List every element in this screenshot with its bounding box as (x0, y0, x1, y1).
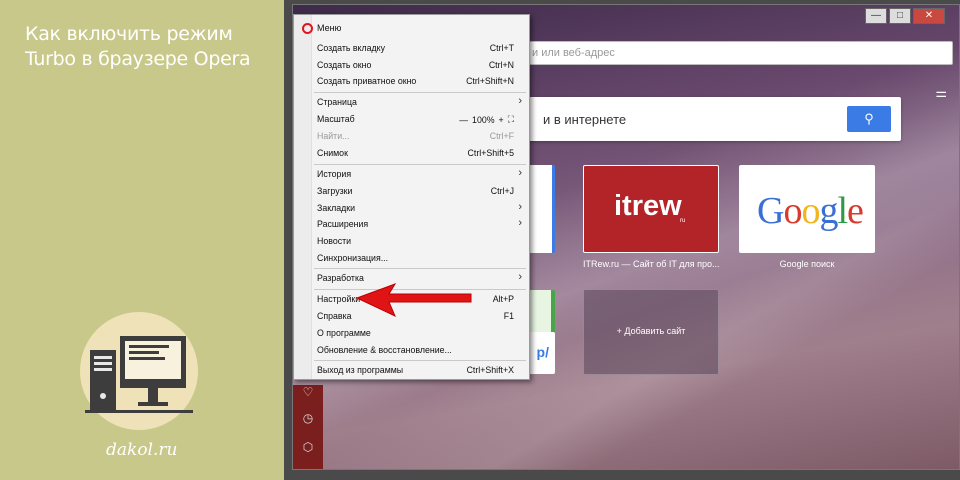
speed-dial-itrew[interactable]: itrew ru (583, 165, 719, 253)
site-name: dakol.ru (106, 440, 178, 460)
google-logo: Google (757, 189, 864, 233)
google-caption: Google поиск (779, 259, 835, 269)
history-clock-icon[interactable]: ◷ (301, 411, 315, 425)
search-icon: ⚲ (864, 111, 874, 126)
itrew-logo-suffix: ru (680, 218, 686, 224)
google-letter: o (801, 190, 820, 232)
add-site-label: + Добавить сайт (616, 326, 686, 336)
menu-item-label: Закладки (317, 203, 356, 213)
menu-item-label: Страница (317, 97, 357, 107)
menu-item-zoom[interactable]: Масштаб — 100% + ⛶ (295, 111, 528, 128)
settings-sliders-icon[interactable]: ⚌ (935, 85, 947, 101)
zoom-value: 100% (472, 114, 495, 125)
add-site-tile[interactable]: + Добавить сайт (583, 289, 719, 375)
itrew-caption: ITRew.ru — Сайт об IT для про... (583, 259, 719, 269)
menu-item-snapshot[interactable]: Снимок Ctrl+Shift+5 (295, 145, 528, 162)
window-controls: — □ ✕ (865, 8, 945, 24)
menu-item-shortcut: Ctrl+T (489, 43, 514, 53)
red-arrow-icon (355, 283, 472, 318)
zoom-in-button[interactable]: + (499, 115, 504, 125)
menu-item-label: Синхронизация... (317, 253, 389, 263)
menu-item-label: Масштаб (317, 114, 355, 124)
menu-item-update-recovery[interactable]: Обновление & восстановление... (295, 342, 528, 359)
submenu-chevron-icon: › (518, 217, 522, 229)
search-placeholder: и в интернете (543, 112, 627, 127)
maximize-button[interactable]: □ (889, 8, 911, 24)
search-input[interactable]: и в интернете ⚲ (523, 97, 901, 141)
menu-header: Меню (300, 22, 525, 38)
submenu-chevron-icon: › (518, 271, 522, 283)
menu-item-shortcut: Ctrl+Shift+N (466, 76, 514, 86)
article-panel: Как включить режим Turbo в браузере Oper… (0, 0, 284, 480)
menu-item-shortcut: Ctrl+J (490, 186, 514, 196)
menu-item-history[interactable]: История › (295, 166, 528, 183)
menu-item-find[interactable]: Найти... Ctrl+F (295, 128, 528, 145)
menu-item-label: Настройки (317, 294, 361, 304)
menu-item-new-tab[interactable]: Создать вкладку Ctrl+T (295, 40, 528, 57)
menu-item-label: Создать вкладку (317, 43, 385, 53)
computer-icon (85, 336, 193, 413)
menu-item-label: Выход из программы (317, 365, 404, 375)
menu-item-sync[interactable]: Синхронизация... (295, 250, 528, 267)
google-letter: e (847, 190, 864, 232)
menu-item-label: Создать окно (317, 60, 372, 70)
search-button[interactable]: ⚲ (847, 106, 891, 132)
opera-logo-icon (302, 23, 313, 34)
menu-separator (314, 268, 526, 269)
menu-item-label: Загрузки (317, 186, 353, 196)
itrew-logo: itrew (614, 190, 682, 222)
site-logo (80, 312, 198, 430)
submenu-chevron-icon: › (518, 95, 522, 107)
extensions-cube-icon[interactable]: ⬡ (301, 440, 315, 454)
speed-dial-google[interactable]: Google (739, 165, 875, 253)
opera-main-menu: Меню Создать вкладку Ctrl+T Создать окно… (293, 14, 530, 380)
minimize-button[interactable]: — (865, 8, 887, 24)
address-placeholder: и или веб-адрес (532, 47, 615, 59)
heart-icon[interactable]: ♡ (301, 385, 315, 399)
menu-item-shortcut: Ctrl+F (489, 131, 514, 141)
menu-item-shortcut: Alt+P (492, 294, 514, 304)
article-title: Как включить режим Turbo в браузере Oper… (25, 23, 251, 70)
menu-separator (314, 92, 526, 93)
menu-item-private-window[interactable]: Создать приватное окно Ctrl+Shift+N (295, 73, 528, 90)
menu-item-label: Новости (317, 236, 352, 246)
menu-item-label: История (317, 169, 352, 179)
menu-item-about[interactable]: О программе (295, 325, 528, 342)
close-button[interactable]: ✕ (913, 8, 945, 24)
zoom-control: — 100% + ⛶ (459, 114, 514, 125)
menu-item-news[interactable]: Новости (295, 233, 528, 250)
menu-item-new-window[interactable]: Создать окно Ctrl+N (295, 57, 528, 74)
menu-item-extensions[interactable]: Расширения › (295, 216, 528, 233)
sidebar: ♡ ◷ ⬡ (293, 385, 323, 469)
menu-item-label: Обновление & восстановление... (317, 345, 452, 355)
menu-item-label: Создать приватное окно (317, 76, 417, 86)
menu-item-shortcut: Ctrl+Shift+X (466, 365, 514, 375)
menu-title: Меню (317, 23, 342, 33)
menu-separator (314, 360, 526, 361)
menu-item-downloads[interactable]: Загрузки Ctrl+J (295, 183, 528, 200)
submenu-chevron-icon: › (518, 167, 522, 179)
menu-item-exit[interactable]: Выход из программы Ctrl+Shift+X (295, 362, 528, 379)
menu-item-shortcut: Ctrl+N (488, 60, 514, 70)
menu-separator (314, 164, 526, 165)
menu-item-page[interactable]: Страница › (295, 94, 528, 111)
menu-item-label: Справка (317, 311, 352, 321)
google-letter: l (837, 190, 848, 232)
menu-item-label: Снимок (317, 148, 348, 158)
menu-item-shortcut: F1 (503, 311, 514, 321)
google-letter: G (757, 190, 784, 232)
menu-item-label: О программе (317, 328, 371, 338)
menu-item-bookmarks[interactable]: Закладки › (295, 200, 528, 217)
google-letter: g (819, 190, 838, 232)
address-bar[interactable]: и или веб-адрес (523, 41, 953, 65)
google-letter: o (783, 190, 802, 232)
menu-item-label: Найти... (317, 131, 350, 141)
menu-item-shortcut: Ctrl+Shift+5 (467, 148, 514, 158)
submenu-chevron-icon: › (518, 201, 522, 213)
zoom-out-button[interactable]: — (459, 115, 468, 125)
fullscreen-icon[interactable]: ⛶ (508, 114, 514, 125)
menu-item-label: Расширения (317, 219, 369, 229)
